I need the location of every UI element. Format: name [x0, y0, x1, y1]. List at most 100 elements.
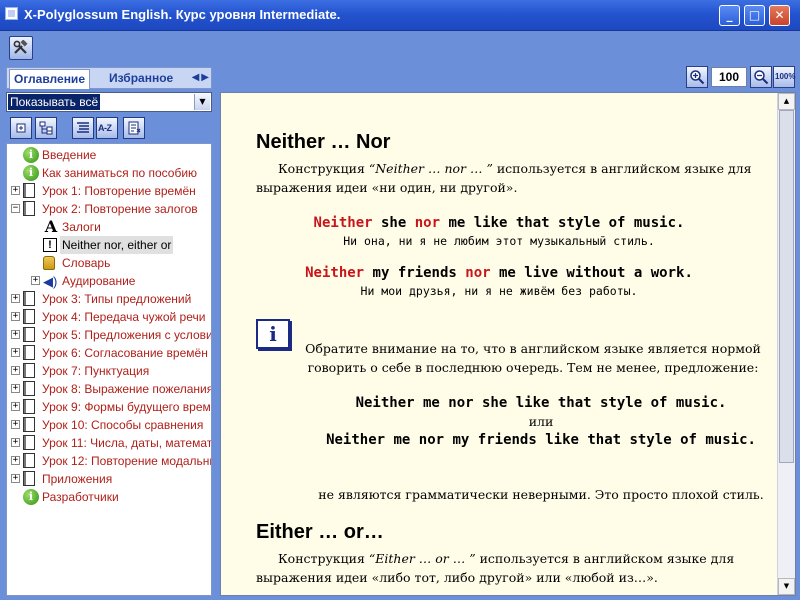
book-icon	[23, 201, 35, 216]
expand-icon[interactable]: +	[11, 384, 20, 393]
filter-dropdown[interactable]: Показывать всё ▼	[6, 92, 212, 112]
tab-favorites[interactable]: Избранное	[105, 69, 177, 88]
book-icon	[23, 471, 35, 486]
tab-prev-arrow[interactable]: ◀	[192, 72, 200, 83]
book-icon	[23, 435, 35, 450]
book-icon	[23, 381, 35, 396]
content-scrollbar[interactable]: ▲ ▼	[777, 93, 795, 595]
tree-item[interactable]: i Разработчики	[7, 488, 211, 506]
expand-icon[interactable]: +	[11, 348, 20, 357]
tree-item[interactable]: + Урок 4: Передача чужой речи	[7, 308, 211, 326]
expand-icon[interactable]: +	[11, 474, 20, 483]
tree-item[interactable]: + Урок 1: Повторение времён	[7, 182, 211, 200]
app-icon	[5, 7, 18, 20]
minimize-button[interactable]: _	[719, 5, 740, 26]
tab-scroll-arrows: ◀ ▶	[190, 72, 209, 83]
tree-item[interactable]: + Урок 12: Повторение модальных	[7, 452, 212, 470]
tree-item[interactable]: i Введение	[7, 146, 211, 164]
letter-a-icon: A	[44, 217, 58, 236]
collapse-icon[interactable]: −	[11, 204, 20, 213]
tree-item[interactable]: A Залоги	[7, 217, 211, 236]
tree-item-label: Урок 10: Способы сравнения	[42, 418, 204, 432]
book-icon	[23, 417, 35, 432]
tree-item[interactable]: + Урок 10: Способы сравнения	[7, 416, 211, 434]
chevron-down-icon[interactable]: ▼	[194, 94, 210, 110]
info-icon: i	[256, 319, 290, 349]
zoom-in-button[interactable]	[686, 66, 708, 88]
close-button[interactable]: ✕	[769, 5, 790, 26]
tree-item-label: Урок 12: Повторение модальных	[42, 454, 212, 468]
expand-icon[interactable]: +	[11, 402, 20, 411]
filter-selected-value: Показывать всё	[8, 94, 101, 110]
expand-icon[interactable]: +	[11, 330, 20, 339]
expand-icon[interactable]: +	[11, 294, 20, 303]
tree-item-label: Приложения	[42, 472, 113, 486]
zoom-reset-button[interactable]: 100%	[773, 66, 795, 88]
sort-alphabetical-button[interactable]: A-Z	[96, 117, 118, 139]
tree-item[interactable]: + Урок 3: Типы предложений	[7, 290, 211, 308]
sort-az-icon: A-Z	[98, 123, 112, 133]
expand-icon[interactable]: +	[11, 438, 20, 447]
tree-item[interactable]: + Урок 11: Числа, даты, математика	[7, 434, 211, 452]
expand-tree-icon	[16, 123, 26, 133]
tree-item-label: Урок 6: Согласование времён	[42, 346, 208, 360]
tree-item-label: Урок 4: Передача чужой речи	[42, 310, 206, 324]
style-note: Обратите внимание на то, что в английско…	[305, 341, 761, 375]
expand-icon[interactable]: +	[11, 186, 20, 195]
tree-item-label: Урок 5: Предложения с условием	[42, 328, 212, 342]
tree-item[interactable]: + Приложения	[7, 470, 211, 488]
tree-item-label: Урок 7: Пунктуация	[42, 364, 150, 378]
window-title: X-Polyglossum English. Курс уровня Inter…	[24, 7, 341, 22]
tree-item-label: Аудирование	[62, 274, 136, 288]
example-sentence-1: Neither she nor me like that style of mu…	[313, 215, 685, 231]
zoom-100-icon: 100%	[775, 72, 796, 81]
collapse-all-button[interactable]	[35, 117, 57, 139]
intro-paragraph-either: Конструкция “Either … or … ” используетс…	[256, 551, 735, 585]
expand-icon[interactable]: +	[31, 276, 40, 285]
tree-item-label: Урок 8: Выражение пожелания	[42, 382, 212, 396]
tree-item[interactable]: ! Neither nor, either or	[7, 236, 211, 254]
book-icon	[23, 399, 35, 414]
tree-item-label: Урок 9: Формы будущего времени	[42, 400, 212, 414]
toolbar	[0, 31, 800, 64]
list-view-button[interactable]	[72, 117, 94, 139]
bookmark-button[interactable]	[123, 117, 145, 139]
tree-item[interactable]: − Урок 2: Повторение залогов	[7, 200, 211, 218]
info-icon: i	[23, 147, 39, 163]
tree-item-label: Neither nor, either or	[60, 236, 174, 254]
list-icon	[77, 122, 89, 133]
book-icon	[23, 453, 35, 468]
book-icon	[23, 345, 35, 360]
tree-item-label: Как заниматься по пособию	[42, 166, 198, 180]
tree-item[interactable]: + Урок 6: Согласование времён	[7, 344, 211, 362]
zoom-out-button[interactable]	[750, 66, 772, 88]
maximize-button[interactable]: □	[744, 5, 765, 26]
intro-paragraph-neither: Конструкция “Neither … nor … ” используе…	[256, 161, 752, 195]
zoom-level-input[interactable]: 100	[711, 67, 747, 87]
scroll-up-arrow[interactable]: ▲	[778, 93, 795, 110]
expand-icon[interactable]: +	[11, 366, 20, 375]
tree-item[interactable]: + Урок 8: Выражение пожелания	[7, 380, 212, 398]
expand-icon[interactable]: +	[11, 312, 20, 321]
section-heading-either-or: Either … or…	[256, 521, 384, 543]
tree-item[interactable]: + ◀) Аудирование	[7, 272, 211, 290]
expand-icon[interactable]: +	[11, 420, 20, 429]
scrollbar-thumb[interactable]	[779, 110, 794, 463]
tree-toolbar: A-Z	[6, 115, 212, 141]
expand-all-button[interactable]	[10, 117, 32, 139]
tree-item[interactable]: Словарь	[7, 254, 211, 272]
tree-item[interactable]: + Урок 7: Пунктуация	[7, 362, 211, 380]
tree-item-label: Урок 3: Типы предложений	[42, 292, 192, 306]
tab-next-arrow[interactable]: ▶	[201, 72, 209, 83]
book-icon	[23, 183, 35, 198]
zoom-controls: 100 100%	[686, 66, 796, 90]
tab-contents[interactable]: Оглавление	[9, 69, 90, 89]
example-sentence-2: Neither my friends nor me live without a…	[305, 265, 693, 281]
expand-icon[interactable]: +	[11, 456, 20, 465]
tree-item[interactable]: + Урок 9: Формы будущего времени	[7, 398, 212, 416]
tree-item[interactable]: + Урок 5: Предложения с условием	[7, 326, 212, 344]
tree-item-label: Урок 2: Повторение залогов	[42, 202, 198, 216]
tree-item[interactable]: i Как заниматься по пособию	[7, 164, 211, 182]
scroll-down-arrow[interactable]: ▼	[778, 578, 795, 595]
tools-button[interactable]	[9, 36, 33, 60]
